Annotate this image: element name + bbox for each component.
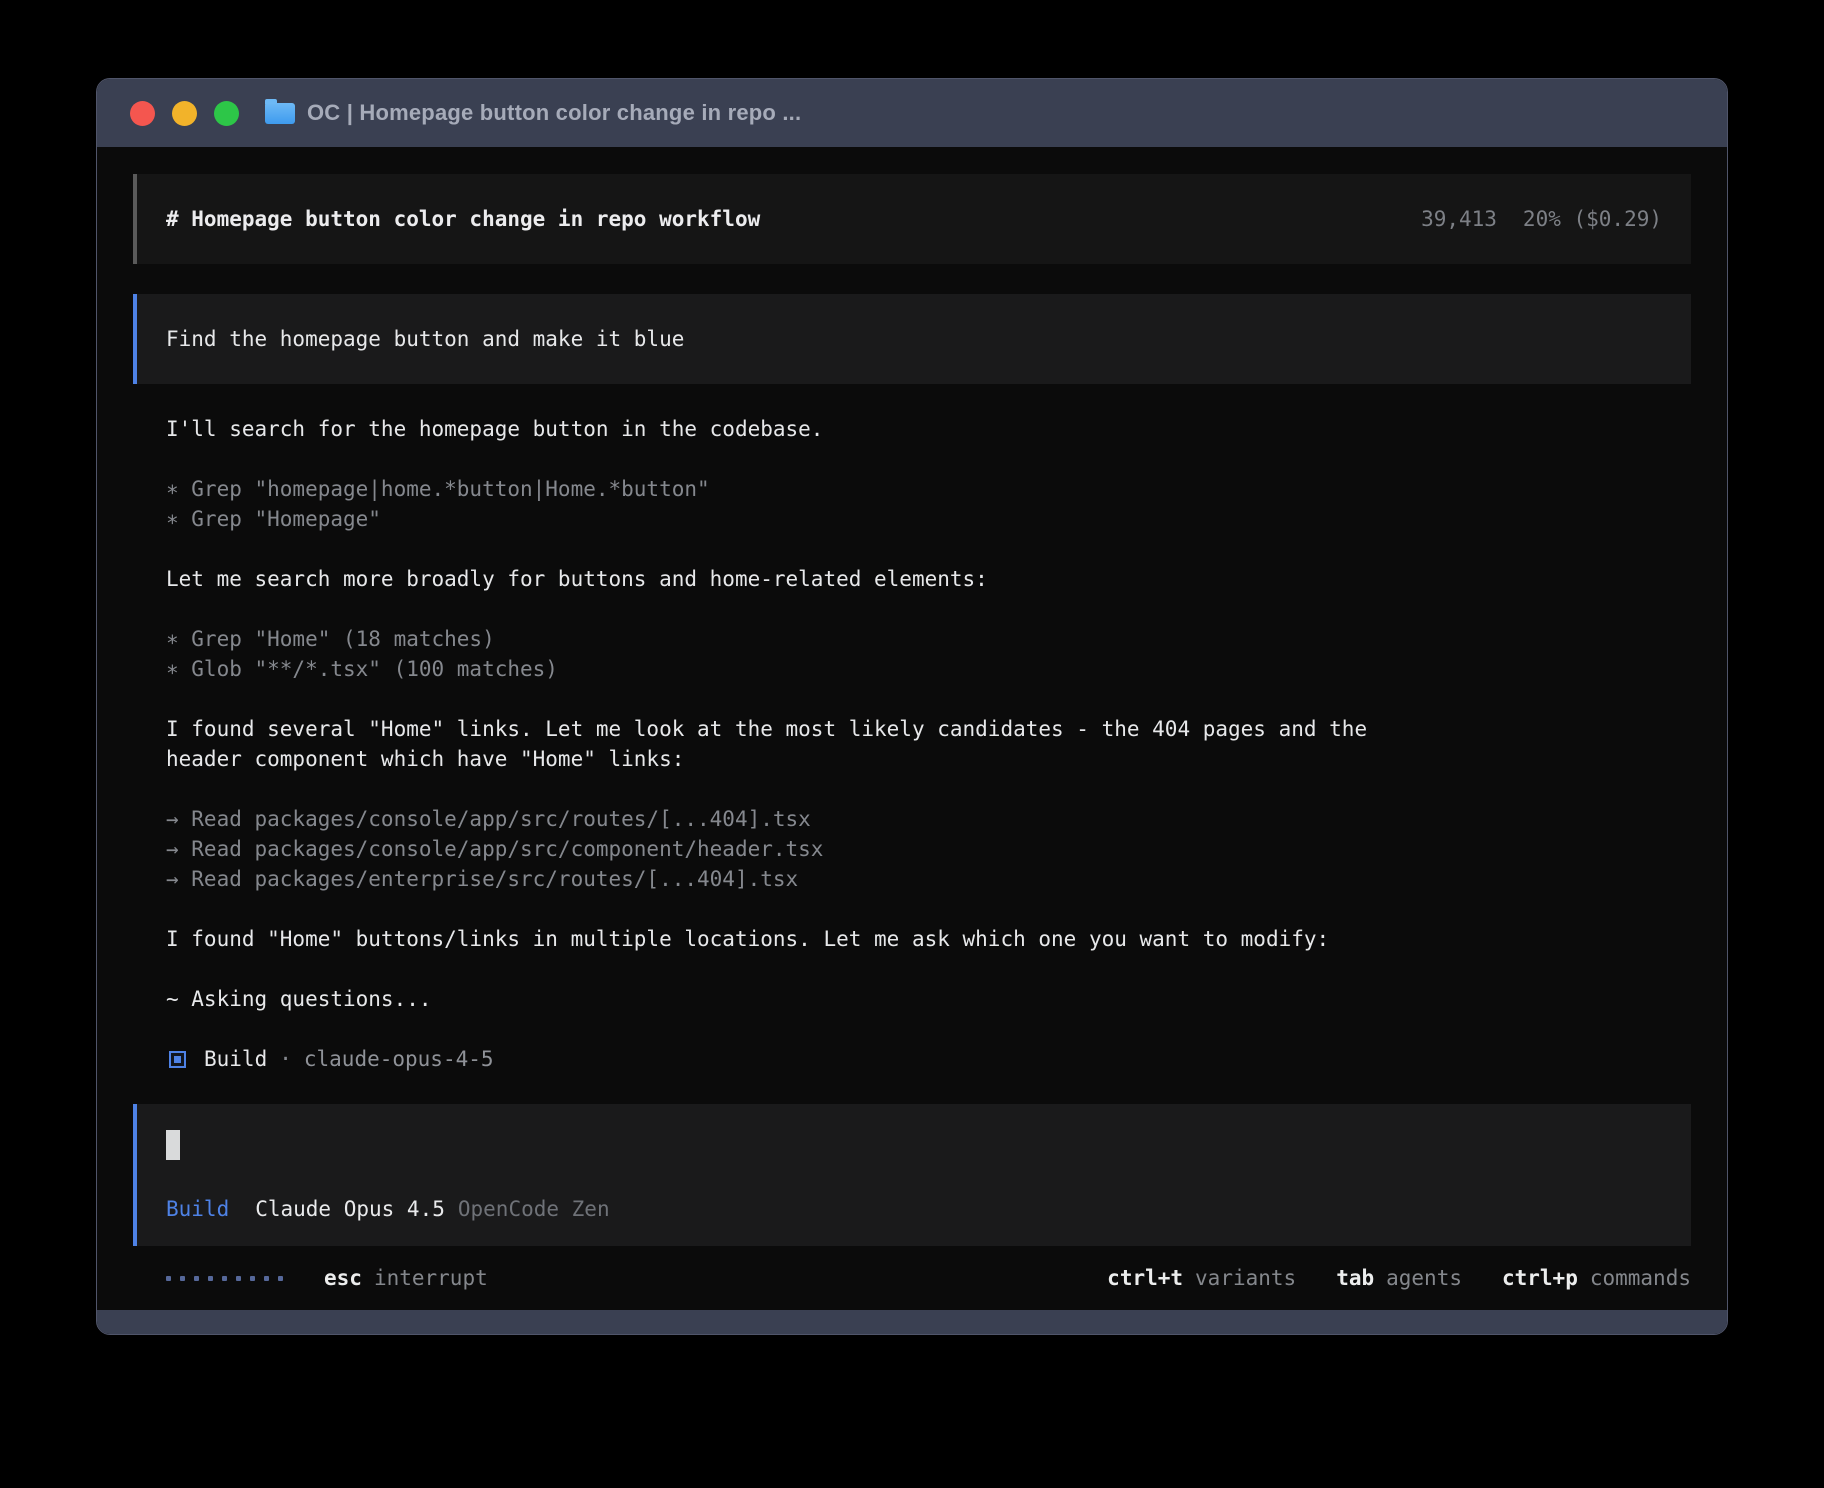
label-commands: commands [1590, 1263, 1691, 1293]
assistant-text: I found several "Home" links. Let me loo… [166, 714, 1691, 744]
window-controls [130, 101, 239, 126]
hint-agents: tab agents [1336, 1263, 1462, 1293]
assistant-paragraph: I found "Home" buttons/links in multiple… [166, 924, 1691, 954]
assistant-paragraph: I found several "Home" links. Let me loo… [166, 714, 1691, 774]
statusbar: esc interrupt ctrl+t variants tab agents… [133, 1246, 1691, 1310]
hint-interrupt: esc interrupt [324, 1263, 488, 1293]
input-agent-label[interactable]: Build [166, 1194, 229, 1224]
model-row: Build Claude Opus 4.5 OpenCode Zen [166, 1194, 610, 1224]
minimize-button[interactable] [172, 101, 197, 126]
asking-questions-text: ~ Asking questions... [166, 984, 1691, 1014]
tool-call-group: → Read packages/console/app/src/routes/[… [166, 804, 1691, 894]
spinner-dots [166, 1276, 292, 1281]
hint-commands: ctrl+p commands [1502, 1263, 1691, 1293]
hint-variants: ctrl+t variants [1107, 1263, 1296, 1293]
tool-call-grep: ∗ Grep "Home" (18 matches) [166, 624, 1691, 654]
session-title: # Homepage button color change in repo w… [166, 204, 760, 234]
token-count: 39,413 [1421, 204, 1497, 234]
terminal-content[interactable]: # Homepage button color change in repo w… [97, 147, 1727, 1310]
window-bottom-strip [97, 1310, 1727, 1334]
input-provider-label: OpenCode Zen [458, 1194, 610, 1224]
assistant-paragraph: Let me search more broadly for buttons a… [166, 564, 1691, 594]
text-cursor [166, 1130, 180, 1160]
tool-call-grep: ∗ Grep "homepage|home.*button|Home.*butt… [166, 474, 1691, 504]
prompt-input[interactable]: Build Claude Opus 4.5 OpenCode Zen [133, 1104, 1691, 1246]
agent-name: Build [204, 1044, 267, 1074]
tool-call-read: → Read packages/console/app/src/routes/[… [166, 804, 1691, 834]
tool-call-glob: ∗ Glob "**/*.tsx" (100 matches) [166, 654, 1691, 684]
assistant-status: ~ Asking questions... [166, 984, 1691, 1014]
zoom-button[interactable] [214, 101, 239, 126]
tool-call-group: ∗ Grep "Home" (18 matches) ∗ Glob "**/*.… [166, 624, 1691, 684]
close-button[interactable] [130, 101, 155, 126]
tool-call-group: ∗ Grep "homepage|home.*button|Home.*butt… [166, 474, 1691, 534]
tool-call-read: → Read packages/enterprise/src/routes/[.… [166, 864, 1691, 894]
agent-square-icon [169, 1051, 186, 1068]
statusbar-right: ctrl+t variants tab agents ctrl+p comman… [1067, 1263, 1691, 1293]
label-variants: variants [1195, 1263, 1296, 1293]
titlebar: OC | Homepage button color change in rep… [97, 79, 1727, 147]
tool-call-read: → Read packages/console/app/src/componen… [166, 834, 1691, 864]
label-interrupt: interrupt [374, 1263, 488, 1293]
key-ctrl-t: ctrl+t [1107, 1263, 1183, 1293]
user-message-text: Find the homepage button and make it blu… [166, 324, 684, 354]
terminal-window: OC | Homepage button color change in rep… [96, 78, 1728, 1335]
key-esc: esc [324, 1263, 362, 1293]
dot-separator: · [279, 1044, 292, 1074]
key-ctrl-p: ctrl+p [1502, 1263, 1578, 1293]
session-header: # Homepage button color change in repo w… [133, 174, 1691, 264]
window-title: OC | Homepage button color change in rep… [307, 100, 801, 126]
folder-icon [265, 103, 295, 124]
session-stats: 39,413 20% ($0.29) [1421, 204, 1662, 234]
assistant-paragraph: I'll search for the homepage button in t… [166, 414, 1691, 444]
model-id: claude-opus-4-5 [304, 1044, 494, 1074]
tool-call-grep: ∗ Grep "Homepage" [166, 504, 1691, 534]
context-cost: 20% ($0.29) [1523, 204, 1662, 234]
assistant-text: header component which have "Home" links… [166, 744, 1691, 774]
label-agents: agents [1386, 1263, 1462, 1293]
assistant-text: I'll search for the homepage button in t… [166, 414, 1691, 444]
key-tab: tab [1336, 1263, 1374, 1293]
transcript: I'll search for the homepage button in t… [166, 414, 1691, 1074]
agent-status-line: Build · claude-opus-4-5 [166, 1044, 1691, 1074]
input-model-label[interactable]: Claude Opus 4.5 [255, 1194, 445, 1224]
user-message: Find the homepage button and make it blu… [133, 294, 1691, 384]
assistant-text: Let me search more broadly for buttons a… [166, 564, 1691, 594]
assistant-text: I found "Home" buttons/links in multiple… [166, 924, 1691, 954]
statusbar-left: esc interrupt [166, 1263, 488, 1293]
